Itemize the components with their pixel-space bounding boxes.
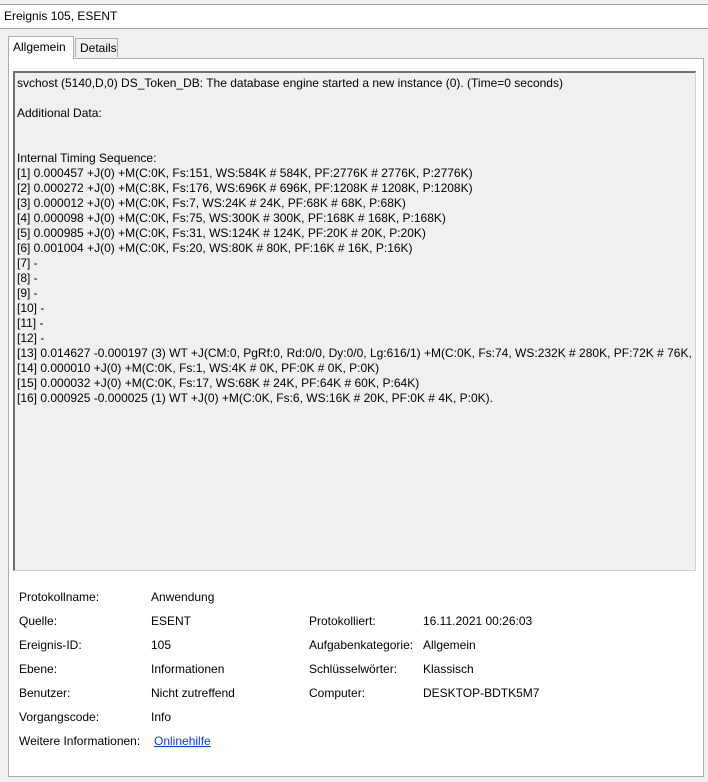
tab-allgemein[interactable]: Allgemein — [8, 36, 74, 59]
benutzer-label: Benutzer: — [19, 686, 71, 700]
ebene-label: Ebene: — [19, 662, 58, 676]
protokollname-value: Anwendung — [151, 590, 215, 604]
weitere-informationen-label: Weitere Informationen: — [19, 734, 141, 748]
description-line: [8] - — [17, 271, 38, 285]
description-line: [16] 0.000925 -0.000025 (1) WT +J(0) +M(… — [17, 391, 494, 405]
vorgangscode-value: Info — [151, 710, 172, 724]
onlinehilfe-link[interactable]: Onlinehilfe — [154, 734, 211, 749]
vorgangscode-label: Vorgangscode: — [19, 710, 100, 724]
computer-label: Computer: — [309, 686, 366, 700]
description-line: [12] - — [17, 331, 45, 345]
description-line: [3] 0.000012 +J(0) +M(C:0K, Fs:7, WS:24K… — [17, 196, 406, 210]
quelle-label: Quelle: — [19, 614, 58, 628]
description-line: svchost (5140,D,0) DS_Token_DB: The data… — [17, 76, 563, 90]
protokolliert-label: Protokolliert: — [309, 614, 376, 628]
schluesselwoerter-label: Schlüsselwörter: — [309, 662, 398, 676]
description-line: [4] 0.000098 +J(0) +M(C:0K, Fs:75, WS:30… — [17, 211, 446, 225]
event-title-bar: Ereignis 105, ESENT — [0, 5, 708, 29]
computer-value: DESKTOP-BDTK5M7 — [423, 686, 540, 700]
description-line: [11] - — [17, 316, 44, 330]
description-line: [13] 0.014627 -0.000197 (3) WT +J(CM:0, … — [17, 346, 696, 360]
description-line: Additional Data: — [17, 106, 102, 120]
description-line: [6] 0.001004 +J(0) +M(C:0K, Fs:20, WS:80… — [17, 241, 413, 255]
ebene-value: Informationen — [151, 662, 225, 676]
event-description-box[interactable]: svchost (5140,D,0) DS_Token_DB: The data… — [13, 71, 696, 571]
benutzer-value: Nicht zutreffend — [151, 686, 235, 700]
tab-details[interactable]: Details — [75, 38, 118, 57]
description-line: [15] 0.000032 +J(0) +M(C:0K, Fs:17, WS:6… — [17, 376, 420, 390]
description-line: [10] - — [17, 301, 45, 315]
event-title: Ereignis 105, ESENT — [4, 9, 118, 23]
ereignis-id-label: Ereignis-ID: — [19, 638, 82, 652]
description-line: [9] - — [17, 286, 38, 300]
protokolliert-value: 16.11.2021 00:26:03 — [423, 614, 533, 628]
protokollname-label: Protokollname: — [19, 590, 100, 604]
description-line: [14] 0.000010 +J(0) +M(C:0K, Fs:1, WS:4K… — [17, 361, 380, 375]
description-line: Internal Timing Sequence: — [17, 151, 157, 165]
quelle-value: ESENT — [151, 614, 192, 628]
aufgabenkategorie-value: Allgemein — [423, 638, 476, 652]
description-line: [7] - — [17, 256, 38, 270]
aufgabenkategorie-label: Aufgabenkategorie: — [309, 638, 414, 652]
description-line: [1] 0.000457 +J(0) +M(C:0K, Fs:151, WS:5… — [17, 166, 473, 180]
description-line: [2] 0.000272 +J(0) +M(C:8K, Fs:176, WS:6… — [17, 181, 473, 195]
event-details-pane: Allgemein Details svchost (5140,D,0) DS_… — [0, 29, 708, 782]
description-line: [5] 0.000985 +J(0) +M(C:0K, Fs:31, WS:12… — [17, 226, 426, 240]
schluesselwoerter-value: Klassisch — [423, 662, 474, 676]
ereignis-id-value: 105 — [151, 638, 172, 652]
